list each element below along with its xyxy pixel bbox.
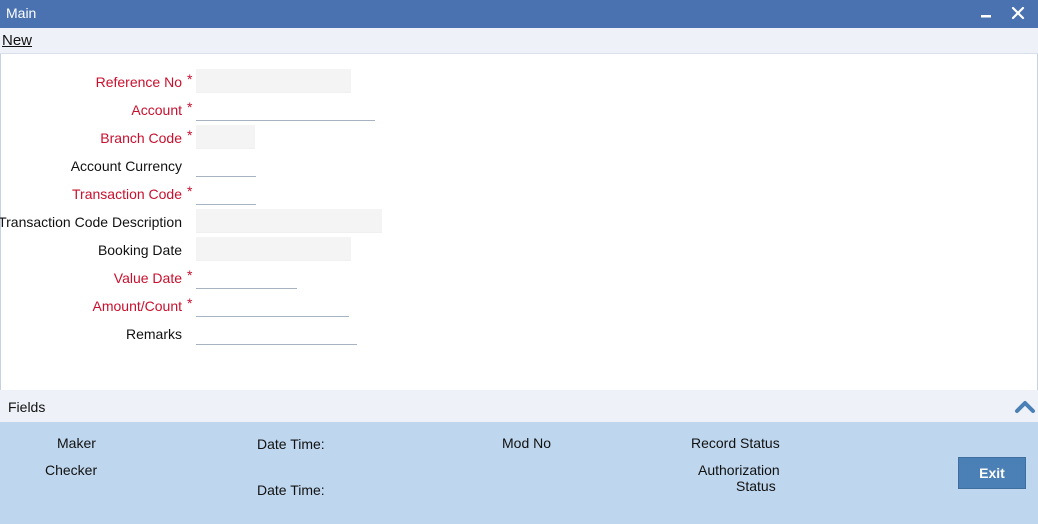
close-icon[interactable] (1008, 2, 1028, 24)
audit-panel: Maker Checker Date Time: Date Time: Mod … (0, 422, 1038, 524)
value-date-field[interactable] (196, 265, 297, 289)
account-label: Account (131, 102, 182, 118)
account-currency-row: Account Currency (1, 153, 1037, 179)
authorization-label: Authorization (698, 462, 780, 478)
branch-code-label: Branch Code (100, 130, 182, 146)
mod-no-label: Mod No (502, 435, 552, 451)
amount-count-label: Amount/Count (92, 298, 183, 314)
branch-code-row: Branch Code * (1, 125, 1037, 151)
required-marker: * (187, 267, 193, 283)
checker-date-time-label: Date Time: (257, 482, 325, 498)
main-form: Reference No * Account * Branch Code * A… (0, 54, 1038, 390)
amount-count-row: Amount/Count * (1, 293, 1037, 319)
account-currency-label: Account Currency (70, 158, 182, 174)
maker-label: Maker (57, 435, 96, 451)
authorization-status-label: Status (736, 478, 776, 494)
new-link[interactable]: New (2, 32, 32, 49)
branch-code-field[interactable] (196, 125, 255, 149)
account-row: Account * (1, 97, 1037, 123)
required-marker: * (187, 183, 193, 199)
checker-label: Checker (45, 462, 98, 478)
reference-no-row: Reference No * (1, 69, 1037, 95)
window-title-bar: Main (0, 0, 1038, 28)
chevron-up-icon[interactable] (1014, 398, 1036, 414)
required-marker: * (187, 295, 193, 311)
booking-date-label: Booking Date (97, 242, 182, 258)
record-status-label: Record Status (691, 435, 780, 451)
reference-no-field[interactable] (196, 69, 351, 93)
account-currency-field[interactable] (196, 153, 256, 177)
account-field[interactable] (196, 97, 375, 121)
booking-date-field[interactable] (196, 237, 351, 261)
required-marker: * (187, 99, 193, 115)
toolbar: New (0, 28, 1038, 54)
transaction-code-field[interactable] (196, 181, 256, 205)
transaction-code-row: Transaction Code * (1, 181, 1037, 207)
remarks-row: Remarks (1, 321, 1037, 347)
window-title: Main (6, 5, 37, 21)
reference-no-label: Reference No (95, 74, 182, 90)
transaction-code-description-label: Transaction Code Description (0, 214, 182, 230)
maker-date-time-label: Date Time: (257, 436, 325, 452)
remarks-field[interactable] (196, 321, 357, 345)
amount-count-field[interactable] (196, 293, 349, 317)
remarks-label: Remarks (125, 326, 182, 342)
required-marker: * (187, 127, 193, 143)
value-date-row: Value Date * (1, 265, 1037, 291)
value-date-label: Value Date (113, 270, 182, 286)
transaction-code-description-row: Transaction Code Description (0, 209, 1037, 235)
required-marker: * (187, 71, 193, 87)
fields-label[interactable]: Fields (8, 399, 45, 415)
minimize-icon[interactable] (976, 2, 996, 24)
booking-date-row: Booking Date (1, 237, 1037, 263)
transaction-code-label: Transaction Code (72, 186, 182, 202)
fields-bar: Fields (0, 390, 1038, 422)
transaction-code-description-field[interactable] (196, 209, 382, 233)
exit-button[interactable]: Exit (958, 457, 1026, 489)
